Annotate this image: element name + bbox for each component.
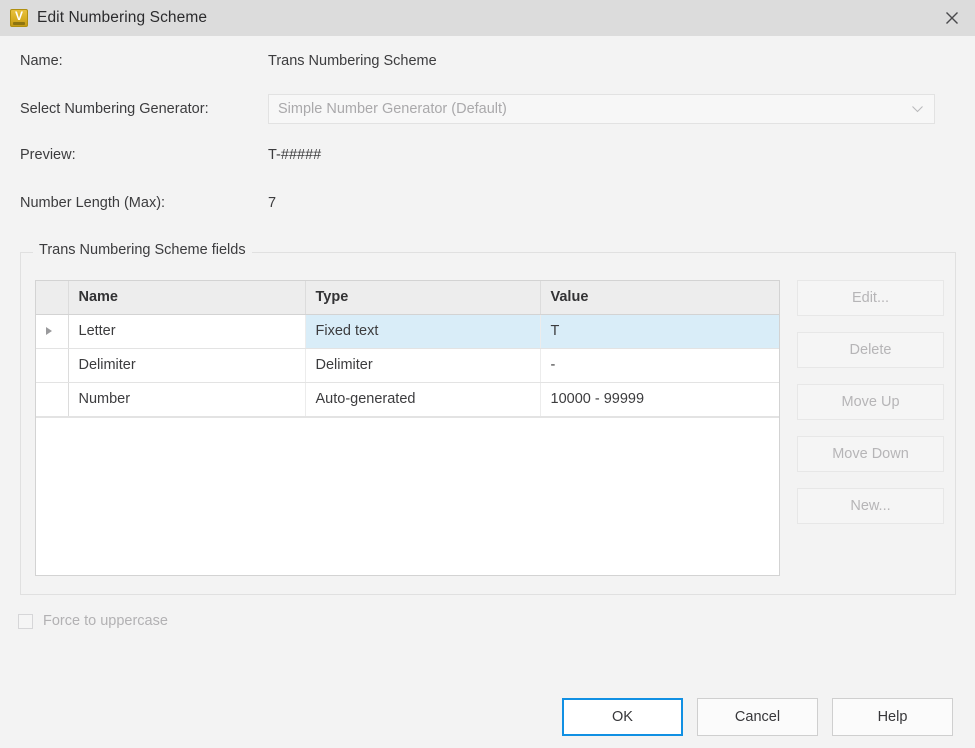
cell-value[interactable]: T [540, 314, 779, 348]
table-empty-cell [36, 416, 779, 417]
cancel-button[interactable]: Cancel [697, 698, 818, 736]
row-marker-cell [36, 348, 68, 382]
table-header-name[interactable]: Name [68, 281, 305, 314]
checkbox-box-icon [18, 614, 33, 629]
numbering-generator-value: Simple Number Generator (Default) [269, 101, 507, 117]
table-header-row: Name Type Value [36, 281, 779, 314]
number-length-label: Number Length (Max): [0, 195, 268, 211]
field-actions: Edit... Delete Move Up Move Down New... [797, 280, 944, 540]
fields-groupbox-legend: Trans Numbering Scheme fields [33, 242, 252, 258]
ok-button[interactable]: OK [562, 698, 683, 736]
table-row[interactable]: Number Auto-generated 10000 - 99999 [36, 382, 779, 416]
window-title: Edit Numbering Scheme [37, 9, 207, 27]
cell-type[interactable]: Fixed text [305, 314, 540, 348]
form-row-generator: Select Numbering Generator: Simple Numbe… [0, 96, 975, 122]
preview-label: Preview: [0, 147, 268, 163]
cell-name[interactable]: Letter [68, 314, 305, 348]
table-header-gutter [36, 281, 68, 314]
form-row-number-length: Number Length (Max): 7 [0, 190, 975, 216]
cell-type[interactable]: Delimiter [305, 348, 540, 382]
new-field-button[interactable]: New... [797, 488, 944, 524]
help-button[interactable]: Help [832, 698, 953, 736]
move-down-button[interactable]: Move Down [797, 436, 944, 472]
row-marker-cell [36, 314, 68, 348]
table-row[interactable]: Letter Fixed text T [36, 314, 779, 348]
cell-value[interactable]: - [540, 348, 779, 382]
cell-value[interactable]: 10000 - 99999 [540, 382, 779, 416]
delete-field-button[interactable]: Delete [797, 332, 944, 368]
chevron-down-icon [912, 101, 923, 117]
edit-field-button[interactable]: Edit... [797, 280, 944, 316]
name-value: Trans Numbering Scheme [268, 53, 437, 69]
title-bar: Edit Numbering Scheme [0, 0, 975, 36]
cell-name[interactable]: Number [68, 382, 305, 416]
table-header-type[interactable]: Type [305, 281, 540, 314]
dialog-footer: OK Cancel Help [0, 698, 975, 736]
row-marker-cell [36, 382, 68, 416]
generator-label: Select Numbering Generator: [0, 101, 268, 117]
preview-value: T-##### [268, 147, 321, 163]
numbering-generator-select[interactable]: Simple Number Generator (Default) [268, 94, 935, 124]
close-button[interactable] [929, 0, 975, 36]
fields-groupbox: Trans Numbering Scheme fields Name Type … [20, 252, 956, 595]
form-row-name: Name: Trans Numbering Scheme [0, 48, 975, 74]
cell-name[interactable]: Delimiter [68, 348, 305, 382]
force-uppercase-checkbox[interactable]: Force to uppercase [18, 613, 168, 629]
row-indicator-icon [46, 327, 52, 335]
number-length-value: 7 [268, 195, 276, 211]
name-label: Name: [0, 53, 268, 69]
move-up-button[interactable]: Move Up [797, 384, 944, 420]
table-header-value[interactable]: Value [540, 281, 779, 314]
table-row[interactable]: Delimiter Delimiter - [36, 348, 779, 382]
properties-form: Name: Trans Numbering Scheme Select Numb… [0, 36, 975, 216]
force-uppercase-label: Force to uppercase [43, 613, 168, 629]
fields-table[interactable]: Name Type Value Letter Fixed text T Deli… [35, 280, 780, 576]
table-empty-area [36, 416, 779, 417]
form-row-preview: Preview: T-##### [0, 142, 975, 168]
vault-app-icon [10, 9, 28, 27]
cell-type[interactable]: Auto-generated [305, 382, 540, 416]
close-icon [945, 11, 959, 25]
